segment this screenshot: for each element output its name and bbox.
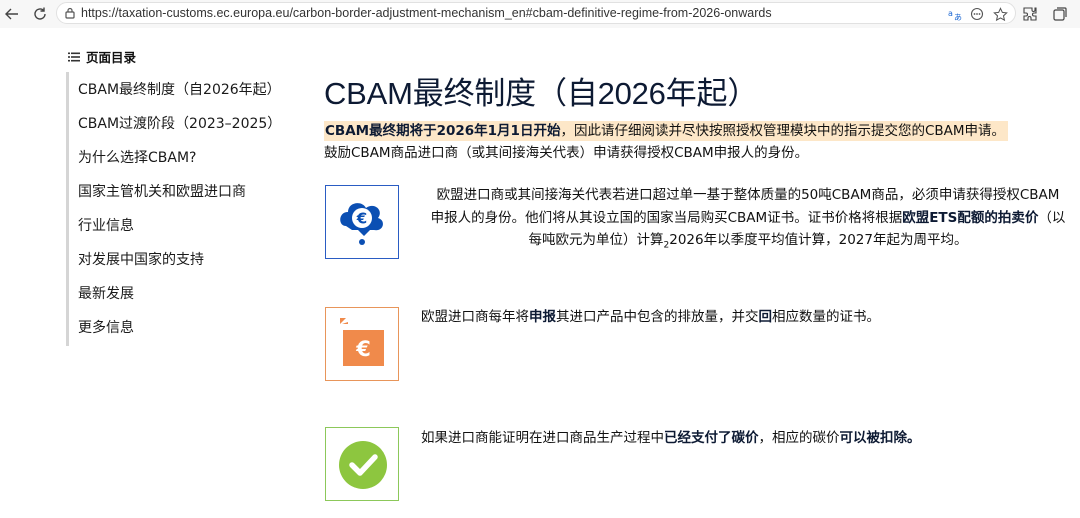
card2-t3: 相应数量的证书。 [772, 309, 880, 325]
toc-item-transitional-phase[interactable]: CBAM过渡阶段（2023–2025） [78, 110, 281, 144]
card1-line2c: （以 [1038, 209, 1066, 226]
card1-text: 欧盟进口商或其间接海关代表若进口超过单一基于整体质量的50吨CBAM商品，必须申… [420, 184, 1076, 257]
toc-item-industry-info[interactable]: 行业信息 [78, 212, 281, 246]
intro-bold: CBAM最终期将于2026年1月1日开始 [325, 123, 561, 139]
svg-text:€: € [355, 337, 371, 361]
toc-item-developing-countries[interactable]: 对发展中国家的支持 [78, 246, 281, 280]
card2-t1: 欧盟进口商每年将 [421, 309, 529, 325]
toc-list: CBAM最终制度（自2026年起） CBAM过渡阶段（2023–2025） 为什… [78, 76, 281, 348]
toc-title-text: 页面目录 [86, 50, 137, 65]
url-text[interactable]: https://taxation-customs.ec.europa.eu/ca… [81, 6, 772, 20]
toc-item-why-cbam[interactable]: 为什么选择CBAM? [78, 144, 281, 178]
card3-bold1: 已经支付了碳价 [664, 430, 759, 446]
toc-item-national-authorities[interactable]: 国家主管机关和欧盟进口商 [78, 178, 281, 212]
back-icon[interactable] [2, 4, 22, 24]
card3-t1: 如果进口商能证明在进口商品生产过程中 [421, 430, 664, 446]
card3-bold2: 可以被扣除。 [839, 430, 921, 446]
site-info-icon[interactable] [63, 6, 77, 20]
page-title: CBAM最终制度（自2026年起） [324, 76, 759, 111]
intro-rest: ，因此请仔细阅读并尽快按照授权管理模块中的指示提交您的CBAM申请。 [560, 123, 1006, 139]
card1-line2-bold: 欧盟ETS配额的拍卖价 [902, 209, 1039, 226]
checkmark-circle-icon [325, 427, 399, 501]
collections-icon[interactable] [1050, 4, 1070, 24]
toc-item-more-info[interactable]: 更多信息 [78, 314, 281, 348]
card1-line3a: 每吨欧元为单位）计算 [528, 232, 664, 248]
card2-bold1: 申报 [529, 309, 556, 325]
card1-line2a: 申报人的身份。他们将从其设立国的国家当局购买CBAM证书。证书价格将根据 [430, 209, 903, 226]
svg-text:あ: あ [954, 13, 962, 21]
euro-cloud-icon: € [325, 185, 399, 259]
card2-t2: 其进口产品中包含的排放量，并交 [556, 309, 759, 325]
svg-text:a: a [948, 9, 953, 18]
list-icon [68, 52, 80, 61]
translate-icon[interactable]: aあ [947, 6, 963, 22]
card3-t2: ，相应的碳价 [758, 430, 840, 446]
card2-bold2: 回 [758, 309, 773, 325]
extensions-icon[interactable] [1020, 4, 1040, 24]
reload-icon[interactable] [30, 4, 50, 24]
intro-text: CBAM最终期将于2026年1月1日开始，因此请仔细阅读并尽快按照授权管理模块中… [324, 120, 1009, 164]
browser-toolbar: https://taxation-customs.ec.europa.eu/ca… [0, 0, 1080, 28]
intro-highlight: CBAM最终期将于2026年1月1日开始，因此请仔细阅读并尽快按照授权管理模块中… [324, 121, 1009, 141]
card2-text: 欧盟进口商每年将申报其进口产品中包含的排放量，并交回相应数量的证书。 [421, 306, 880, 329]
card3-text: 如果进口商能证明在进口商品生产过程中已经支付了碳价，相应的碳价可以被扣除。 [421, 427, 921, 450]
toc-item-latest-developments[interactable]: 最新发展 [78, 280, 281, 314]
toc-item-definitive-regime[interactable]: CBAM最终制度（自2026年起） [78, 76, 281, 110]
reading-view-icon[interactable] [969, 6, 985, 22]
intro-line2: 鼓励CBAM商品进口商（或其间接海关代表）申请获得授权CBAM申报人的身份。 [324, 145, 809, 161]
toc-title: 页面目录 [68, 47, 136, 66]
euro-document-icon: € [325, 307, 399, 381]
toc-divider [66, 72, 69, 346]
favorite-star-icon[interactable] [992, 6, 1008, 22]
card1-line1: 欧盟进口商或其间接海关代表若进口超过单一基于整体质量的50吨CBAM商品，必须申… [436, 187, 1060, 203]
svg-text:€: € [356, 210, 367, 228]
address-bar[interactable]: https://taxation-customs.ec.europa.eu/ca… [56, 2, 1016, 24]
card1-line3b: 2026年以季度平均值计算，2027年起为周平均。 [669, 232, 968, 248]
